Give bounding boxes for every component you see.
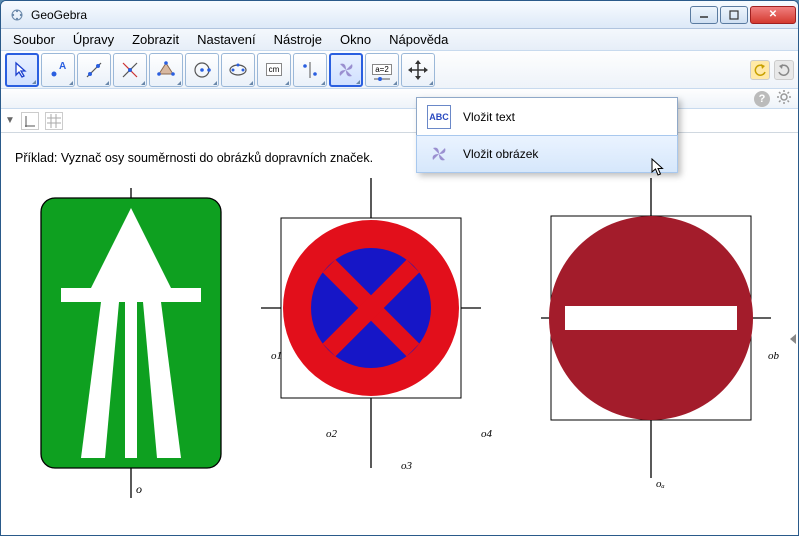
dropdown-label: Vložit text (463, 110, 515, 124)
collapse-icon[interactable]: ▼ (5, 115, 15, 126)
dropdown-corner-icon (105, 81, 109, 85)
tool-perpendicular[interactable] (113, 53, 147, 87)
label-o1: o1 (271, 350, 282, 362)
menu-okno[interactable]: Okno (332, 30, 379, 49)
app-window: GeoGebra ✕ Soubor Úpravy Zobrazit Nastav… (0, 0, 799, 536)
cm-label: cm (266, 63, 283, 76)
graphics-toolbar: ▼ (1, 109, 798, 133)
undo-button[interactable] (750, 60, 770, 80)
dropdown-corner-icon (32, 80, 36, 84)
axes-toggle[interactable] (21, 112, 39, 130)
dropdown-corner-icon (393, 81, 397, 85)
tool-move-view[interactable] (401, 53, 435, 87)
scroll-right-icon[interactable] (790, 334, 796, 344)
menu-nastroje[interactable]: Nástroje (266, 30, 330, 49)
close-button[interactable]: ✕ (750, 6, 796, 24)
dropdown-label: Vložit obrázek (463, 147, 538, 161)
tool-line[interactable] (77, 53, 111, 87)
help-icon[interactable]: ? (754, 91, 770, 107)
dropdown-corner-icon (213, 81, 217, 85)
pinwheel-icon (335, 59, 357, 81)
label-o2: o2 (326, 428, 337, 440)
task-text: Příklad: Vyznač osy souměrnosti do obráz… (15, 151, 373, 165)
label-oa: oₐ (656, 478, 665, 490)
toolbar: A cm (1, 51, 798, 89)
dropdown-corner-icon (249, 81, 253, 85)
menu-upravy[interactable]: Úpravy (65, 30, 122, 49)
insert-dropdown: ABC Vložit text Vložit obrázek (416, 97, 678, 173)
dropdown-corner-icon (321, 81, 325, 85)
redo-button[interactable] (774, 60, 794, 80)
menu-nastaveni[interactable]: Nastavení (189, 30, 264, 49)
tool-move[interactable] (5, 53, 39, 87)
menubar: Soubor Úpravy Zobrazit Nastavení Nástroj… (1, 29, 798, 51)
dropdown-insert-text[interactable]: ABC Vložit text (417, 98, 677, 136)
svg-text:A: A (59, 61, 66, 72)
tool-conic[interactable] (221, 53, 255, 87)
sign-no-entry (521, 178, 781, 478)
move-cross-icon (408, 60, 428, 80)
canvas: o o1 o2 o3 o4 (1, 178, 798, 535)
dropdown-corner-icon (141, 81, 145, 85)
graphics-view[interactable]: Příklad: Vyznač osy souměrnosti do obráz… (1, 133, 798, 535)
slider-label: a=2 (372, 64, 392, 75)
dropdown-corner-icon (356, 80, 360, 84)
menu-zobrazit[interactable]: Zobrazit (124, 30, 187, 49)
window-controls: ✕ (688, 6, 796, 24)
label-o3: o3 (401, 460, 412, 472)
dropdown-corner-icon (177, 81, 181, 85)
tool-point[interactable]: A (41, 53, 75, 87)
dropdown-corner-icon (429, 81, 433, 85)
dropdown-corner-icon (69, 81, 73, 85)
pinwheel-icon (427, 142, 451, 166)
label-o4: o4 (481, 428, 492, 440)
app-icon (9, 7, 25, 23)
dropdown-insert-image[interactable]: Vložit obrázek (416, 135, 678, 173)
tool-transform[interactable] (293, 53, 327, 87)
maximize-button[interactable] (720, 6, 748, 24)
tool-polygon[interactable] (149, 53, 183, 87)
abc-icon: ABC (427, 105, 451, 129)
dropdown-corner-icon (285, 81, 289, 85)
titlebar: GeoGebra ✕ (1, 1, 798, 29)
minimize-button[interactable] (690, 6, 718, 24)
menu-soubor[interactable]: Soubor (5, 30, 63, 49)
label-ob: ob (768, 350, 779, 362)
settings-icon[interactable] (776, 89, 792, 108)
tool-slider[interactable]: a=2 (365, 53, 399, 87)
menu-napoveda[interactable]: Nápověda (381, 30, 456, 49)
window-title: GeoGebra (31, 8, 688, 22)
tool-insert[interactable] (329, 53, 363, 87)
grid-toggle[interactable] (45, 112, 63, 130)
toolbar-right (750, 60, 794, 80)
label-o: o (136, 482, 142, 496)
toolbar-row2: ? (1, 89, 798, 109)
tool-measure[interactable]: cm (257, 53, 291, 87)
sign-no-stopping (251, 178, 491, 468)
sign-highway: o (31, 188, 231, 498)
tool-circle[interactable] (185, 53, 219, 87)
